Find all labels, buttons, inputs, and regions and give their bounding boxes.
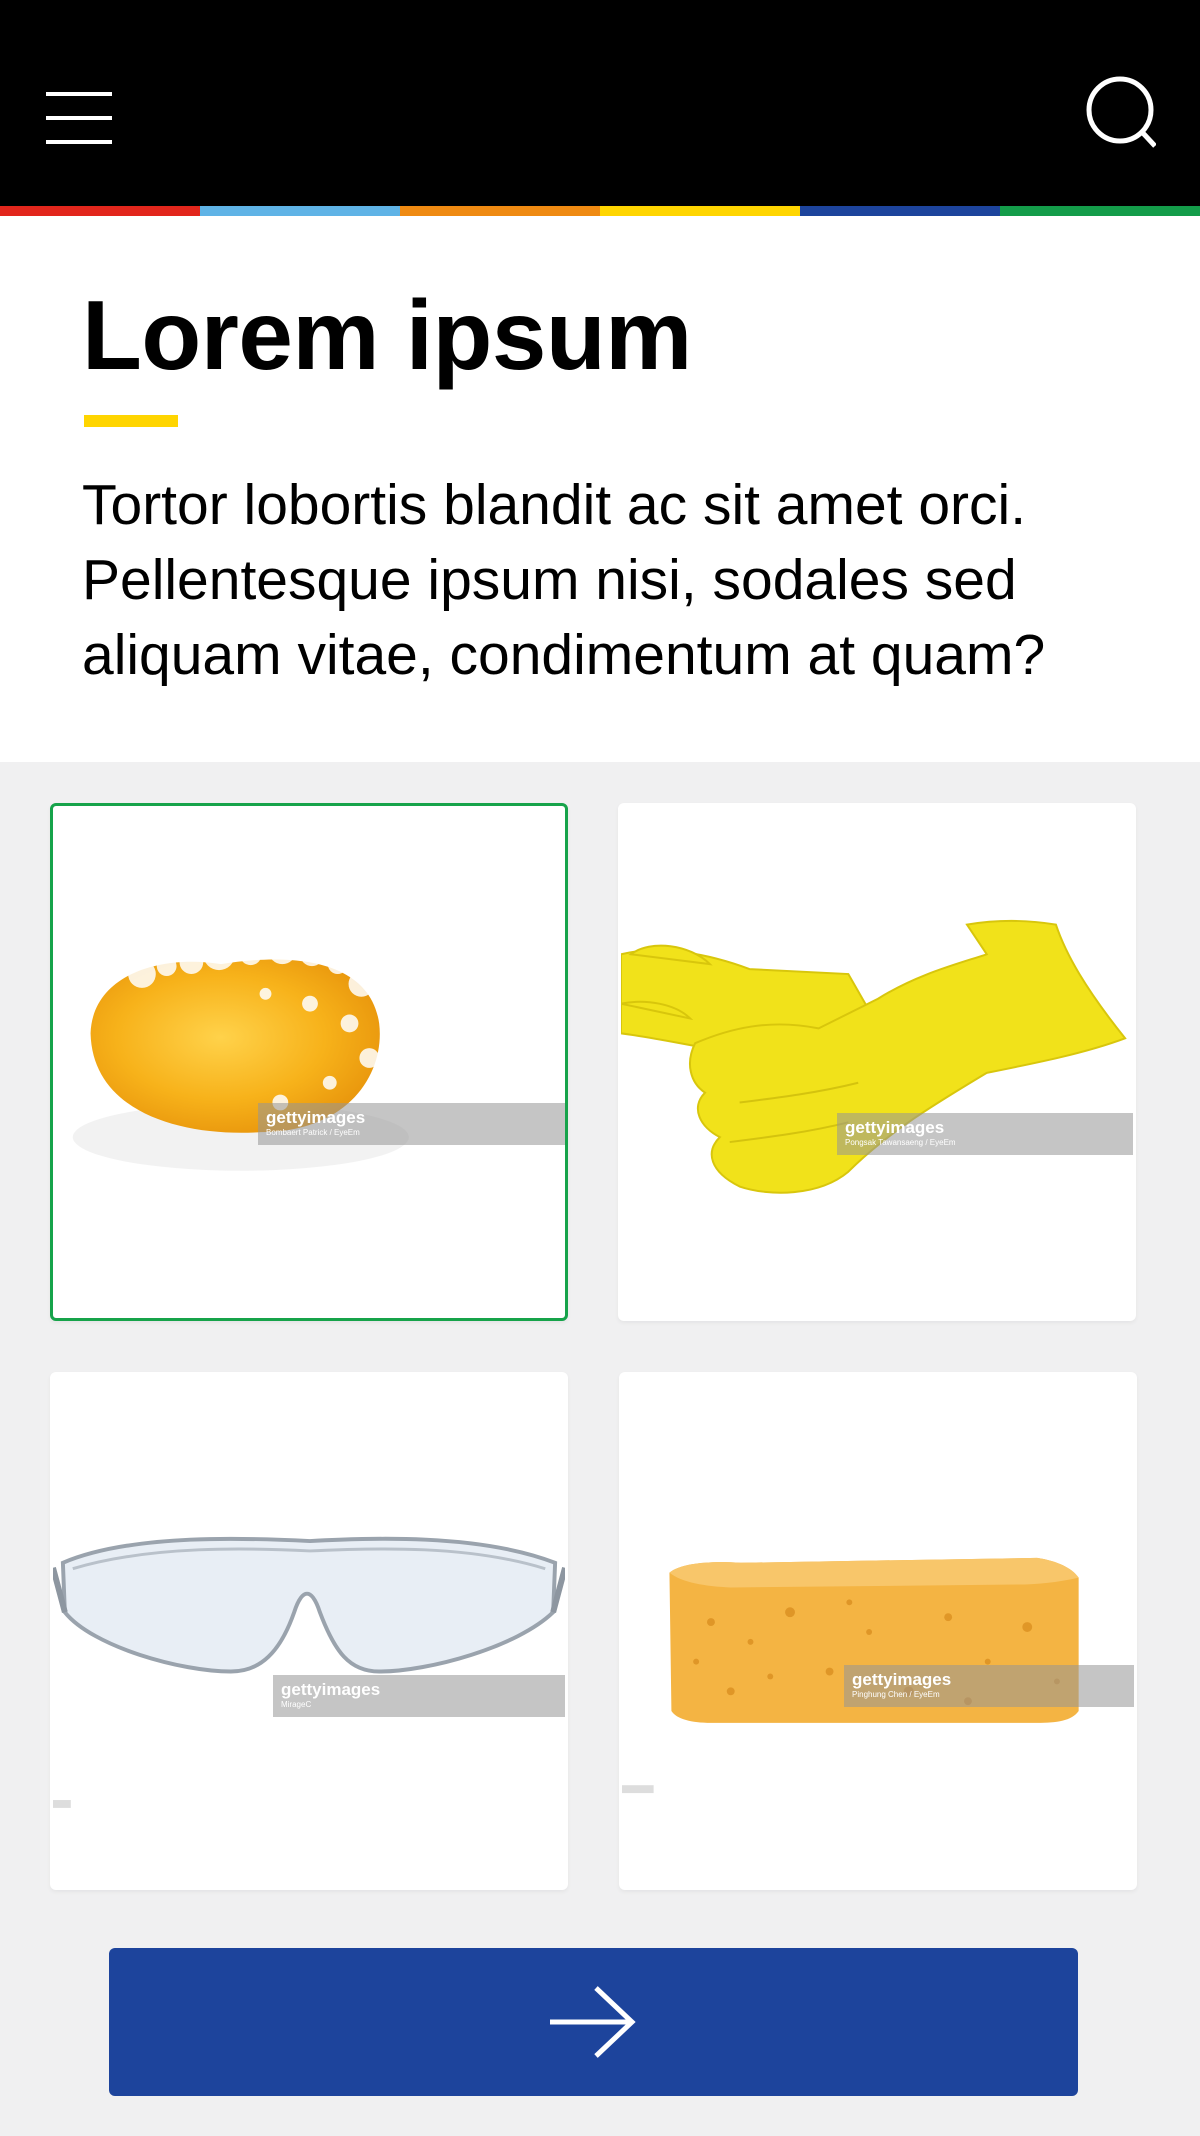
hamburger-menu-icon-line (46, 140, 112, 144)
menu-button[interactable] (36, 80, 120, 152)
stripe-dark-blue (800, 206, 1000, 216)
watermark-credit: Bombaert Patrick / EyeEm (266, 1128, 360, 1137)
watermark-brand: gettyimages (266, 1108, 366, 1127)
stripe-orange (400, 206, 600, 216)
sponge-image (622, 1557, 1079, 1794)
rubber-gloves-image (621, 919, 1127, 1194)
arrow-right-icon (550, 1986, 636, 2058)
hamburger-menu-icon-line (46, 116, 112, 120)
question-intro: Lorem ipsum Tortor lobortis blandit ac s… (0, 216, 1200, 762)
search-icon (1086, 76, 1157, 148)
watermark-credit: Pongsak Tawansaeng / EyeEm (845, 1138, 956, 1147)
soap-bar-image (72, 921, 409, 1171)
page-title: Lorem ipsum (82, 280, 692, 390)
watermark-badge: gettyimages Bombaert Patrick / EyeEm (258, 1103, 565, 1145)
safety-goggles-image (53, 1536, 565, 1808)
watermark-brand: gettyimages (845, 1118, 945, 1137)
watermark-brand: gettyimages (852, 1670, 952, 1689)
next-button[interactable] (109, 1948, 1078, 2096)
option-card-goggles[interactable]: gettyimages MirageC (50, 1372, 568, 1890)
color-stripe-bar (0, 206, 1200, 216)
stripe-yellow (600, 206, 800, 216)
watermark-badge: gettyimages MirageC (273, 1675, 565, 1717)
watermark-badge: gettyimages Pongsak Tawansaeng / EyeEm (837, 1113, 1133, 1155)
watermark-credit: Pinghung Chen / EyeEm (852, 1690, 940, 1699)
option-card-sponge[interactable]: gettyimages Pinghung Chen / EyeEm (619, 1372, 1137, 1890)
question-text: Tortor lobortis blandit ac sit amet orci… (82, 473, 1046, 687)
app-header (0, 0, 1200, 206)
option-card-soap[interactable]: gettyimages Bombaert Patrick / EyeEm (50, 803, 568, 1321)
hamburger-menu-icon (46, 92, 112, 96)
watermark-credit: MirageC (281, 1700, 312, 1709)
title-underline (84, 415, 178, 427)
watermark-brand: gettyimages (281, 1680, 381, 1699)
search-button[interactable] (1076, 72, 1157, 152)
option-card-gloves[interactable]: gettyimages Pongsak Tawansaeng / EyeEm (618, 803, 1136, 1321)
stripe-red (0, 206, 200, 216)
stripe-light-blue (200, 206, 400, 216)
watermark-badge: gettyimages Pinghung Chen / EyeEm (844, 1665, 1134, 1707)
stripe-green (1000, 206, 1200, 216)
